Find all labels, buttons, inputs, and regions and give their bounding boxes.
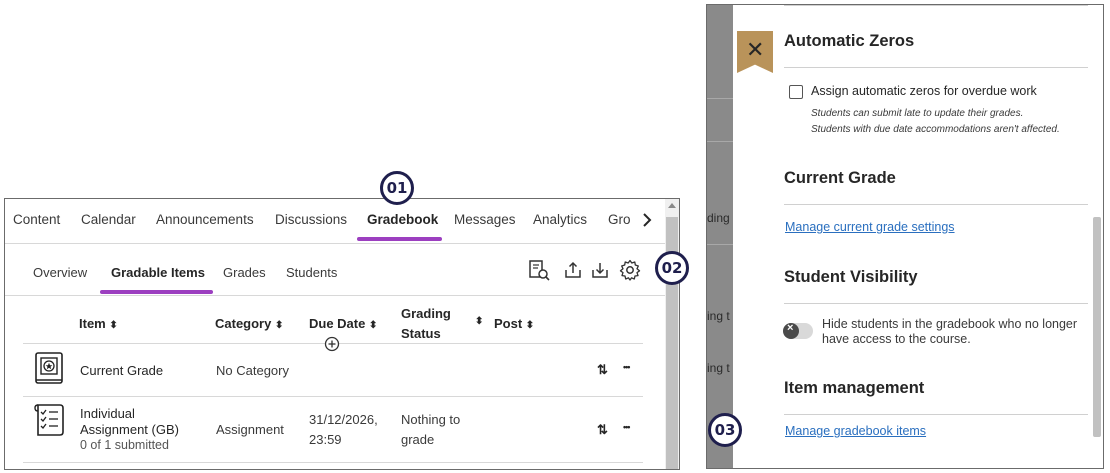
due-date-line1: 31/12/2026,	[309, 412, 378, 427]
reorder-icon[interactable]: ⇅	[597, 422, 608, 438]
tab-announcements[interactable]: Announcements	[156, 212, 254, 227]
column-header-due-date[interactable]: Due Date ⬍	[309, 316, 377, 331]
item-category: No Category	[216, 363, 289, 378]
active-subtab-indicator	[100, 290, 213, 294]
assignment-checklist-icon	[34, 404, 64, 436]
more-options-icon[interactable]: •••	[623, 362, 631, 372]
scroll-up-arrow[interactable]	[668, 203, 676, 208]
close-icon[interactable]: ✕	[746, 37, 764, 63]
settings-drawer: ✕ Automatic Zeros Assign automatic zeros…	[733, 5, 1089, 468]
manage-gradebook-items-link[interactable]: Manage gradebook items	[785, 424, 926, 438]
tab-discussions[interactable]: Discussions	[275, 212, 347, 227]
chevron-right-icon[interactable]	[637, 209, 657, 231]
section-divider	[784, 204, 1088, 205]
gradebook-scrollbar[interactable]	[665, 199, 679, 469]
item-name-line1[interactable]: Individual	[80, 406, 135, 421]
manage-current-grade-link[interactable]: Manage current grade settings	[785, 220, 955, 234]
column-header-category[interactable]: Category ⬍	[215, 316, 283, 331]
automatic-zeros-checkbox[interactable]	[789, 85, 803, 99]
more-options-icon[interactable]: •••	[623, 422, 631, 432]
section-divider	[784, 5, 1088, 6]
export-icon[interactable]	[561, 258, 585, 282]
tab-content[interactable]: Content	[13, 212, 60, 227]
automatic-zeros-hint: Students can submit late to update their…	[811, 108, 1024, 119]
gradebook-panel: Content Calendar Announcements Discussio…	[4, 198, 680, 470]
close-button[interactable]: ✕	[737, 31, 773, 73]
reorder-icon[interactable]: ⇅	[597, 362, 608, 378]
grading-status-sort-icon[interactable]: ⬍	[475, 316, 483, 327]
column-header-grading-status-line2[interactable]: Status	[401, 326, 441, 341]
gradebook-settings-panel: ding s ing t ing t ✕ Automatic Zeros Ass…	[706, 4, 1104, 469]
tab-analytics[interactable]: Analytics	[533, 212, 587, 227]
settings-scrollbar[interactable]	[1089, 5, 1103, 468]
hide-students-toggle[interactable]: ×	[783, 322, 813, 339]
subtab-overview[interactable]: Overview	[33, 265, 87, 280]
toggle-off-icon[interactable]: ×	[783, 322, 799, 339]
section-divider	[784, 303, 1088, 304]
due-date-line2: 23:59	[309, 432, 342, 447]
background-divider	[707, 141, 733, 142]
column-header-post[interactable]: Post ⬍	[494, 316, 534, 331]
tab-calendar[interactable]: Calendar	[81, 212, 136, 227]
subtab-gradable-items[interactable]: Gradable Items	[111, 265, 205, 280]
active-tab-indicator	[357, 237, 442, 241]
grading-status-line1: Nothing to	[401, 412, 461, 427]
tab-groups[interactable]: Gro	[608, 212, 631, 227]
callout-badge-01: 01	[380, 171, 414, 205]
gradebook-subnav: Overview Gradable Items Grades Students	[5, 244, 665, 296]
automatic-zeros-hint: Students with due date accommodations ar…	[811, 124, 1060, 135]
student-visibility-heading: Student Visibility	[784, 268, 918, 286]
submission-count: 0 of 1 submitted	[80, 438, 169, 452]
column-header-item[interactable]: Item ⬍	[79, 316, 118, 331]
automatic-zeros-heading: Automatic Zeros	[784, 32, 915, 50]
background-divider	[707, 98, 733, 99]
subtab-students[interactable]: Students	[286, 265, 337, 280]
automatic-zeros-label[interactable]: Assign automatic zeros for overdue work	[811, 84, 1037, 98]
settings-gear-icon[interactable]	[618, 258, 642, 282]
tab-gradebook[interactable]: Gradebook	[367, 212, 438, 227]
grading-status-line2: grade	[401, 432, 435, 447]
course-nav: Content Calendar Announcements Discussio…	[5, 199, 665, 244]
background-text-fragment: ing t	[707, 361, 730, 375]
gradebook-search-icon[interactable]	[527, 258, 551, 282]
section-divider	[784, 67, 1088, 68]
subtab-grades[interactable]: Grades	[223, 265, 266, 280]
scrollbar-thumb[interactable]	[1093, 217, 1101, 437]
tab-messages[interactable]: Messages	[454, 212, 516, 227]
hide-students-label[interactable]: Hide students in the gradebook who no lo…	[822, 317, 1082, 347]
item-category: Assignment	[216, 422, 284, 437]
row-divider	[23, 462, 643, 463]
import-icon[interactable]	[588, 258, 612, 282]
item-name-line2[interactable]: Assignment (GB)	[80, 422, 179, 437]
add-column-icon[interactable]	[324, 336, 340, 352]
background-text-fragment: ing t	[707, 309, 730, 323]
section-divider	[784, 414, 1088, 415]
item-management-heading: Item management	[784, 379, 925, 397]
callout-badge-03: 03	[708, 413, 742, 447]
background-divider	[707, 244, 733, 245]
item-name[interactable]: Current Grade	[80, 363, 163, 378]
current-grade-heading: Current Grade	[784, 169, 896, 187]
column-header-grading-status-line1[interactable]: Grading	[401, 306, 451, 321]
callout-badge-02: 02	[655, 251, 689, 285]
overall-grade-icon	[35, 352, 63, 384]
row-divider	[23, 396, 643, 397]
